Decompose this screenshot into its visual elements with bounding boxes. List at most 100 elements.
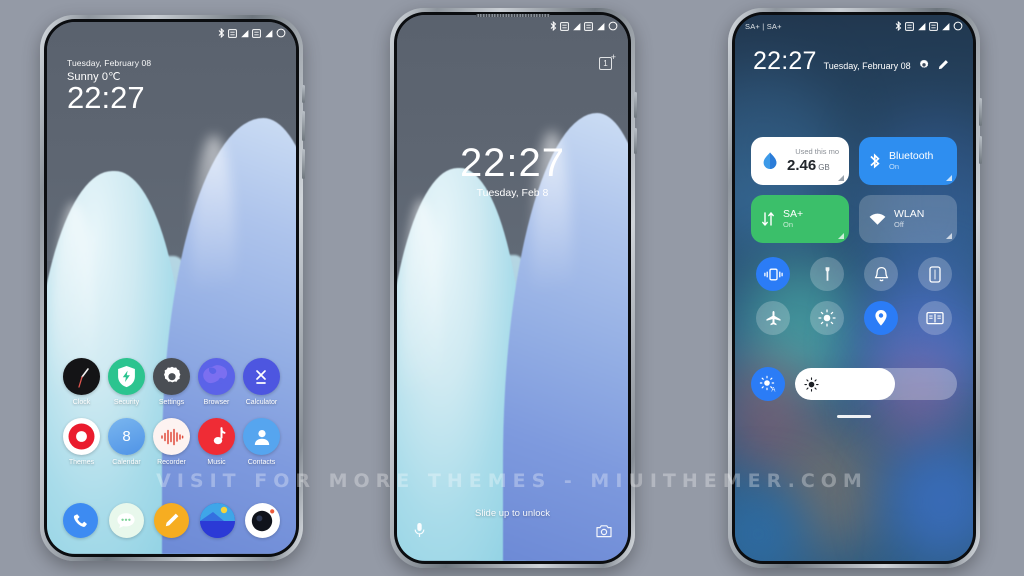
lockscreen-time: 22:27: [459, 141, 566, 185]
tile-title: WLAN: [894, 208, 925, 221]
toggle-ringer[interactable]: [864, 257, 898, 291]
browser-icon: [198, 358, 235, 395]
app-grid: Clock Security Settings Browser Calculat…: [47, 358, 296, 478]
gear-icon[interactable]: [918, 59, 930, 74]
status-bar: [397, 15, 628, 37]
signal1-icon: [918, 22, 926, 30]
app-label: Browser: [203, 399, 230, 406]
sun-icon: [804, 376, 819, 392]
bluetooth-icon: [870, 153, 880, 169]
app-label: Clock: [72, 399, 91, 406]
notes-icon[interactable]: [154, 503, 189, 538]
clock-icon: [63, 358, 100, 395]
messages-icon[interactable]: [108, 503, 144, 538]
quick-settings-tiles: Used this mo 2.46 GB Bluetooth On SA+ On…: [751, 137, 957, 243]
control-center-screen: SA+ | SA+ 22:27 Tuesday, February 08 Use…: [735, 15, 973, 561]
drag-handle[interactable]: [837, 415, 871, 418]
bluetooth-icon: [218, 28, 225, 38]
signal2-icon: [265, 29, 273, 37]
app-recorder[interactable]: Recorder: [151, 418, 192, 466]
app-themes[interactable]: Themes: [61, 418, 102, 466]
tile-sub: On: [783, 220, 794, 230]
carrier-label: SA+ | SA+: [745, 21, 782, 31]
app-label: Music: [207, 459, 226, 466]
app-security[interactable]: Security: [106, 358, 147, 406]
phone-icon[interactable]: [63, 503, 98, 538]
brightness-auto-icon[interactable]: A: [751, 367, 785, 401]
toggle-reading-mode[interactable]: [918, 301, 952, 335]
status-bar: SA+ | SA+: [735, 15, 973, 37]
sun-auto-icon: [818, 309, 836, 327]
lockscreen-date: Tuesday, Feb 8: [476, 187, 549, 199]
sim1-icon: [560, 21, 569, 31]
quick-toggles: [751, 257, 957, 335]
widget-date: Tuesday, February 08: [67, 58, 152, 68]
app-label: Themes: [68, 459, 95, 466]
toggle-vibrate[interactable]: [756, 257, 790, 291]
cast-screen-icon: [929, 265, 941, 283]
status-bar: [47, 22, 296, 44]
tile-wlan[interactable]: WLAN Off: [859, 195, 957, 243]
app-label: Security: [113, 399, 140, 406]
app-clock[interactable]: Clock: [61, 358, 102, 406]
toggle-location[interactable]: [864, 301, 898, 335]
battery-icon: [608, 21, 618, 31]
microphone-icon[interactable]: [413, 522, 426, 543]
toggle-cast[interactable]: [918, 257, 952, 291]
book-icon: [926, 311, 944, 325]
app-label: Calculator: [245, 399, 278, 406]
battery-icon: [276, 28, 286, 38]
signal1-icon: [573, 22, 581, 30]
tile-title: Used this mo: [795, 147, 839, 157]
toggle-auto-brightness[interactable]: [810, 301, 844, 335]
camera-icon[interactable]: [596, 524, 612, 543]
app-calculator[interactable]: Calculator: [241, 358, 282, 406]
data-drop-icon: [763, 152, 777, 169]
app-calendar[interactable]: 8 Calendar: [106, 418, 147, 466]
bluetooth-icon: [550, 21, 557, 31]
app-label: Settings: [158, 399, 185, 406]
music-icon: [198, 418, 235, 455]
toggle-airplane-mode[interactable]: [756, 301, 790, 335]
tile-unit: GB: [818, 162, 830, 172]
app-contacts[interactable]: Contacts: [241, 418, 282, 466]
signal2-icon: [597, 22, 605, 30]
app-label: Contacts: [247, 459, 276, 466]
vibrate-icon: [763, 268, 783, 280]
cc-date: Tuesday, February 08: [823, 61, 911, 71]
camera-icon[interactable]: [245, 503, 280, 538]
phone-mockup-lockscreen: 1 22:27 Tuesday, Feb 8 Slide up to unloc…: [390, 8, 637, 568]
wallpaper-silk: [397, 15, 628, 561]
status-icons: [550, 21, 618, 31]
battery-icon: [953, 21, 963, 31]
brightness-slider[interactable]: [795, 368, 957, 400]
recorder-icon: [153, 418, 190, 455]
signal1-icon: [241, 29, 249, 37]
tile-data-usage[interactable]: Used this mo 2.46 GB: [751, 137, 849, 185]
lock-screen: 1 22:27 Tuesday, Feb 8 Slide up to unloc…: [397, 15, 628, 561]
calendar-icon: 8: [108, 418, 145, 455]
brightness-fill: [795, 368, 896, 400]
unlock-hint: Slide up to unlock: [475, 508, 550, 519]
cc-time: 22:27: [753, 47, 817, 75]
gallery-icon[interactable]: [199, 503, 235, 538]
tile-bluetooth[interactable]: Bluetooth On: [859, 137, 957, 185]
toggle-flashlight[interactable]: [810, 257, 844, 291]
tile-corner: [946, 233, 952, 239]
tile-sub: Off: [894, 220, 904, 230]
airplane-icon: [766, 310, 780, 325]
tile-mobile-data[interactable]: SA+ On: [751, 195, 849, 243]
flashlight-icon: [825, 266, 829, 281]
contacts-icon: [243, 418, 280, 455]
pencil-icon[interactable]: [937, 59, 949, 74]
tile-sub: On: [889, 162, 900, 172]
wifi-icon: [869, 213, 886, 225]
home-clock-widget: Tuesday, February 08 Sunny 0℃ 22:27: [67, 58, 151, 114]
app-music[interactable]: Music: [196, 418, 237, 466]
oneplus-brand-icon: 1: [599, 53, 616, 70]
app-settings[interactable]: Settings: [151, 358, 192, 406]
app-browser[interactable]: Browser: [196, 358, 237, 406]
sim2-icon: [584, 21, 593, 31]
calendar-day: 8: [122, 428, 131, 445]
brightness-row: A: [751, 367, 957, 401]
